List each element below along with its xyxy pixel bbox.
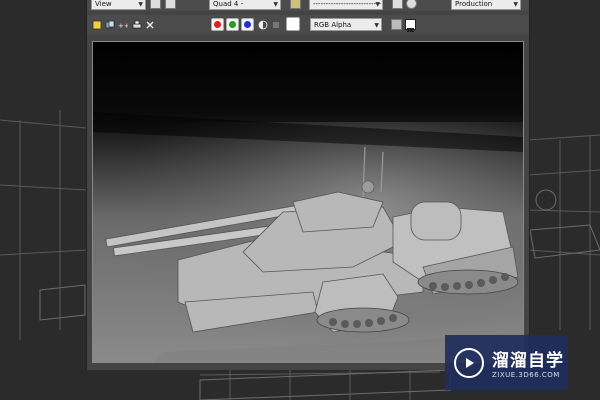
color-swatch[interactable] [286,17,300,31]
mode-select-value: Production [455,0,493,8]
mode-select[interactable]: Production ▼ [451,0,521,10]
region-button[interactable] [165,0,176,9]
preset-select[interactable]: ---------------------------- ▼ [309,0,383,10]
clear-icon[interactable] [144,19,155,30]
save-image-icon[interactable] [91,19,102,30]
svg-text:++: ++ [118,22,128,30]
chevron-down-icon: ▼ [374,22,379,29]
print-icon[interactable] [131,19,142,30]
chevron-down-icon: ▼ [513,1,518,8]
view-select-value: View [95,0,112,8]
copy-image-icon[interactable] [104,19,115,30]
preset-select-value: ---------------------------- [313,0,382,8]
channel-toolbar: ++ RGB Alpha ▼ [87,15,529,34]
clone-window-icon[interactable]: ++ [117,19,128,30]
view-select[interactable]: View ▼ [91,0,146,10]
environment-button[interactable] [392,0,403,9]
watermark-subtitle: ZIXUE.3D66.COM [492,371,560,379]
render-setup-icon[interactable] [406,0,417,9]
monochrome-icon[interactable] [270,19,281,30]
render-setup-toolbar: View ▼ Quad 4 - Camera01 ▼ -------------… [87,0,529,11]
green-channel-button[interactable] [226,18,239,31]
green-dot-icon [229,21,236,28]
blue-dot-icon [244,21,251,28]
channel-select-value: RGB Alpha [314,21,352,29]
chevron-down-icon: ▼ [138,1,143,8]
play-icon [454,347,484,378]
display-alpha-icon[interactable] [391,19,402,30]
lock-view-button[interactable] [150,0,161,9]
watermark-text: 溜溜自学 ZIXUE.3D66.COM [492,346,564,379]
rendered-image [92,41,524,363]
chevron-down-icon: ▼ [273,1,278,8]
red-channel-button[interactable] [211,18,224,31]
viewport-select-value: Quad 4 - Camera01 [213,0,244,8]
red-dot-icon [214,21,221,28]
chevron-down-icon: ▼ [375,1,380,8]
viewport-select[interactable]: Quad 4 - Camera01 ▼ [209,0,281,10]
watermark-logo: 溜溜自学 ZIXUE.3D66.COM [445,335,568,390]
lock-icon[interactable] [290,0,301,9]
blue-channel-button[interactable] [241,18,254,31]
alpha-channel-icon[interactable] [257,19,268,30]
watermark-title: 溜溜自学 [492,351,564,371]
channel-select[interactable]: RGB Alpha ▼ [310,18,382,31]
toggle-ui-icon[interactable] [405,19,416,32]
tank-render [93,42,523,362]
